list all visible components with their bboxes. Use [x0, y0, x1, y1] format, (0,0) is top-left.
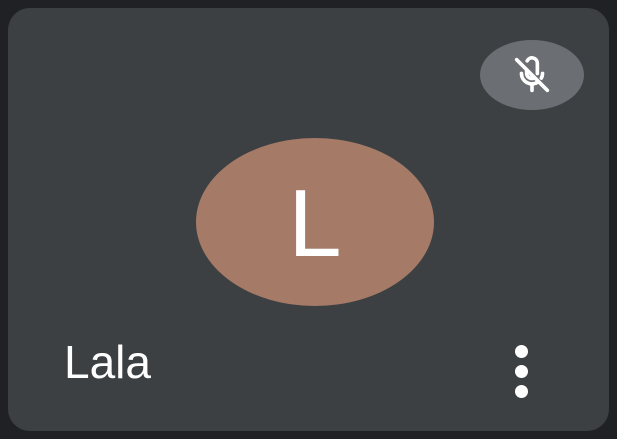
- mic-off-icon: [509, 52, 555, 98]
- participant-name: Lala: [64, 336, 151, 388]
- avatar-initial: L: [288, 170, 342, 277]
- avatar: L: [196, 138, 434, 306]
- more-options-button[interactable]: [498, 336, 544, 406]
- participant-tile[interactable]: L Lala: [8, 8, 609, 431]
- more-vert-icon: [514, 344, 528, 358]
- mic-muted-indicator: [480, 40, 584, 110]
- more-vert-icon-dot: [514, 384, 528, 398]
- more-vert-icon-dot: [514, 364, 528, 378]
